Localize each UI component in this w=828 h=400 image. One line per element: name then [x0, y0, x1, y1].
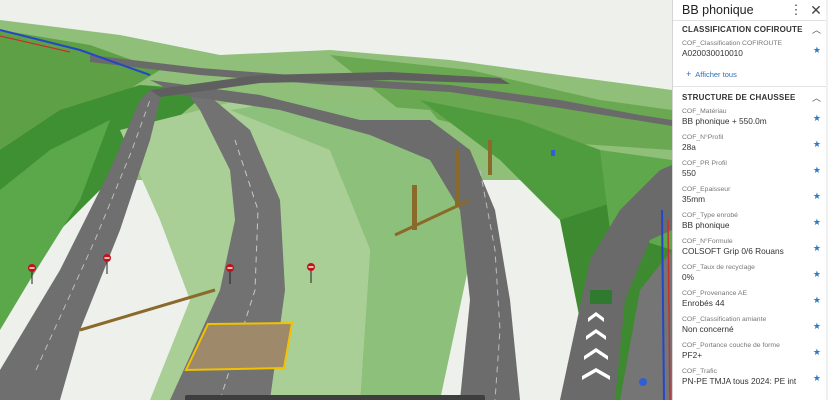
field-value: BB phonique: [682, 220, 730, 230]
property-field: COF_PR Profil 550 ★: [673, 158, 828, 184]
property-field: COF_Taux de recyclage 0% ★: [673, 262, 828, 288]
star-icon[interactable]: ★: [813, 373, 821, 384]
3d-viewport[interactable]: [0, 0, 672, 400]
field-label: COF_Classification amiante: [682, 316, 767, 323]
star-icon[interactable]: ★: [813, 139, 821, 150]
field-label: COF_Portance couche de forme: [682, 342, 780, 349]
properties-panel: BB phonique ⋮ ✕ CLASSIFICATION COFIROUTE…: [672, 0, 828, 400]
field-value: COLSOFT Grip 0/6 Rouans: [682, 246, 784, 256]
field-value: BB phonique + 550.0m: [682, 116, 767, 126]
field-value: Non concerné: [682, 324, 734, 334]
property-field: COF_Type enrobé BB phonique ★: [673, 210, 828, 236]
section-title: CLASSIFICATION COFIROUTE: [682, 25, 803, 34]
divider: [673, 86, 828, 87]
section-classification: CLASSIFICATION COFIROUTE ︿ COF_Classific…: [673, 21, 828, 84]
star-icon[interactable]: ★: [813, 113, 821, 124]
panel-title: BB phonique: [682, 3, 754, 17]
chevron-up-icon[interactable]: ︿: [812, 91, 821, 104]
field-value: Enrobés 44: [682, 298, 725, 308]
more-vertical-icon[interactable]: ⋮: [789, 3, 803, 17]
field-label: COF_Classification COFIROUTE: [682, 40, 783, 47]
property-field: COF_Provenance AE Enrobés 44 ★: [673, 288, 828, 314]
property-field: COF_Classification amiante Non concerné ★: [673, 314, 828, 340]
star-icon[interactable]: ★: [813, 321, 821, 332]
section-title: STRUCTURE DE CHAUSSEE: [682, 93, 796, 102]
close-icon[interactable]: ✕: [809, 3, 823, 17]
section-header[interactable]: STRUCTURE DE CHAUSSEE ︿: [673, 89, 828, 106]
star-icon[interactable]: ★: [813, 165, 821, 176]
star-icon[interactable]: ★: [813, 347, 821, 358]
property-field: COF_N°Profil 28a ★: [673, 132, 828, 158]
property-field: COF_Classification COFIROUTE A0200300100…: [673, 38, 828, 64]
field-value: PN-PE TMJA tous 2024: PE int: [682, 376, 797, 386]
property-field: COF_Portance couche de forme PF2+ ★: [673, 340, 828, 366]
star-icon[interactable]: ★: [813, 243, 821, 254]
field-label: COF_Type enrobé: [682, 212, 738, 219]
panel-header: BB phonique ⋮ ✕: [673, 0, 828, 21]
field-value: 35mm: [682, 194, 706, 204]
property-field: COF_Epaisseur 35mm ★: [673, 184, 828, 210]
star-icon[interactable]: ★: [813, 45, 821, 56]
field-value: 28a: [682, 142, 696, 152]
plus-icon: +: [686, 69, 692, 79]
field-value: A020030010010: [682, 48, 743, 58]
star-icon[interactable]: ★: [813, 191, 821, 202]
field-label: COF_Epaisseur: [682, 186, 731, 193]
show-all-label: Afficher tous: [695, 69, 737, 79]
field-label: COF_Taux de recyclage: [682, 264, 755, 271]
field-label: COF_Trafic: [682, 368, 717, 375]
field-value: 0%: [682, 272, 694, 282]
show-all-link[interactable]: + Afficher tous: [673, 64, 828, 84]
star-icon[interactable]: ★: [813, 217, 821, 228]
field-label: COF_Provenance AE: [682, 290, 747, 297]
star-icon[interactable]: ★: [813, 295, 821, 306]
field-label: COF_N°Profil: [682, 134, 724, 141]
horizontal-scrollbar[interactable]: [185, 395, 485, 400]
property-field: COF_Trafic PN-PE TMJA tous 2024: PE int ★: [673, 366, 828, 392]
field-label: COF_Matériau: [682, 108, 727, 115]
property-field: COF_N°Formule COLSOFT Grip 0/6 Rouans ★: [673, 236, 828, 262]
field-label: COF_N°Formule: [682, 238, 733, 245]
field-label: COF_PR Profil: [682, 160, 727, 167]
property-field: COF_Matériau BB phonique + 550.0m ★: [673, 106, 828, 132]
interchange-3d-model[interactable]: [0, 0, 672, 400]
field-value: PF2+: [682, 350, 703, 360]
chevron-up-icon[interactable]: ︿: [812, 23, 821, 36]
section-header[interactable]: CLASSIFICATION COFIROUTE ︿: [673, 21, 828, 38]
star-icon[interactable]: ★: [813, 269, 821, 280]
field-value: 550: [682, 168, 696, 178]
section-structure: STRUCTURE DE CHAUSSEE ︿ COF_Matériau BB p…: [673, 89, 828, 392]
